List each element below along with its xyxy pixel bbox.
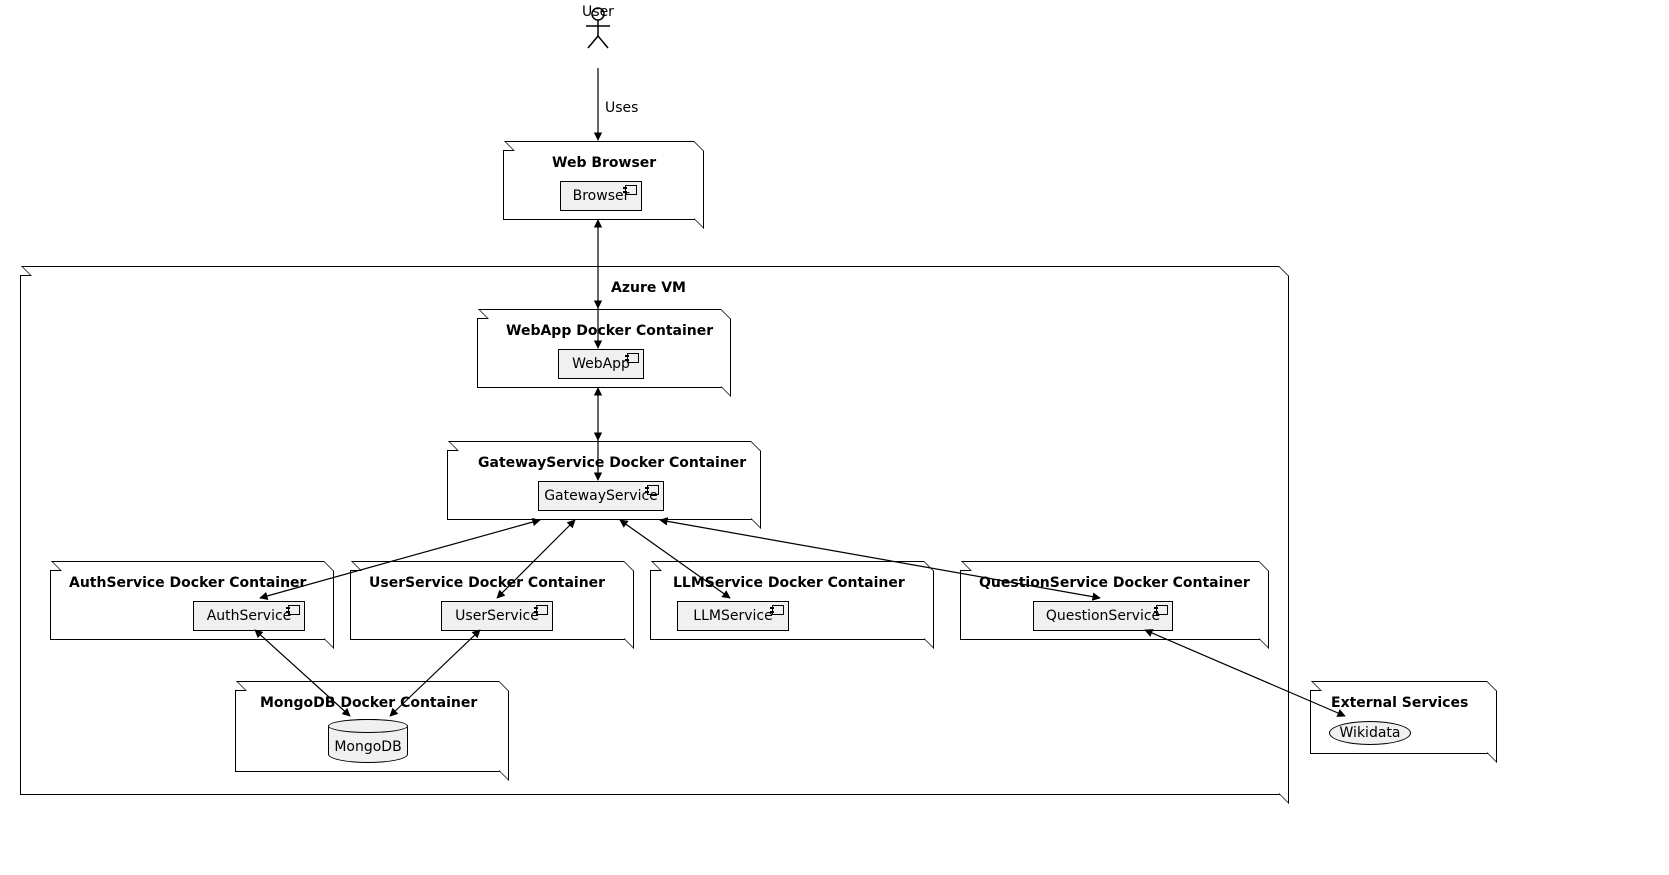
connectors — [0, 0, 1669, 875]
